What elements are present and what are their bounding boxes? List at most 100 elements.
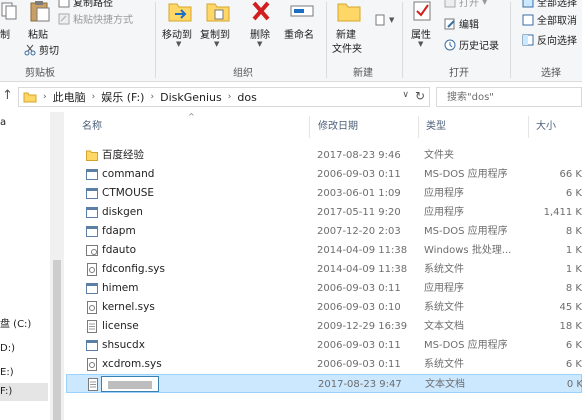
file-name[interactable]: himem — [102, 279, 282, 298]
file-type: 系统文件 — [424, 359, 464, 370]
chevron-down-icon: ▼ — [176, 40, 182, 48]
rename-label: 重命名 — [284, 30, 314, 41]
file-name[interactable]: diskgen — [102, 203, 282, 222]
nav-item-drive-d[interactable]: D:) — [0, 340, 48, 358]
file-name[interactable]: CTMOUSE — [102, 184, 282, 203]
file-type: 应用程序 — [424, 188, 464, 199]
search-box[interactable] — [436, 87, 582, 107]
delete-button[interactable]: 删除 ▼ — [248, 0, 276, 48]
file-row[interactable]: CTMOUSE 2003-06-01 1:09 应用程序 6 K — [66, 184, 582, 203]
chevron-down-icon[interactable]: ∨ — [402, 90, 409, 100]
file-name[interactable]: 百度经验 — [102, 146, 282, 165]
copy-button[interactable]: 制 — [0, 0, 22, 46]
select-none-button[interactable]: 全部取消 — [522, 12, 577, 27]
new-folder-button[interactable]: 新建 文件夹 — [332, 0, 368, 56]
copy-to-icon — [206, 3, 230, 22]
refresh-icon[interactable]: ↻ — [415, 89, 425, 103]
select-group-label: 选择 — [541, 68, 561, 79]
file-row[interactable]: 百度经验 2017-08-23 9:46 文件夹 — [66, 146, 582, 165]
nav-item-drive-c[interactable]: 盘 (C:) — [0, 316, 48, 334]
column-divider[interactable] — [309, 116, 310, 138]
paste-shortcut-button[interactable]: 粘贴快捷方式 — [58, 11, 133, 26]
nav-item-drive-f[interactable]: F:) — [0, 383, 48, 401]
up-arrow-icon[interactable]: ↑ — [2, 88, 13, 103]
file-name[interactable]: kernel.sys — [102, 298, 282, 317]
file-name[interactable]: fdapm — [102, 222, 282, 241]
select-none-icon — [522, 14, 534, 25]
column-header-type[interactable]: 类型 — [420, 112, 524, 142]
copy-path-button[interactable]: 复制路径 — [58, 0, 113, 9]
file-row[interactable]: license 2009-12-29 16:39 文本文档 18 K — [66, 317, 582, 336]
nav-scrollbar[interactable] — [50, 112, 64, 420]
file-row[interactable]: shsucdx 2006-09-03 0:11 MS-DOS 应用程序 6 K — [66, 336, 582, 355]
search-input[interactable] — [445, 90, 565, 104]
txt-icon — [86, 320, 98, 333]
sys-icon — [86, 263, 98, 276]
file-size — [536, 146, 582, 165]
file-name[interactable]: license — [102, 317, 282, 336]
column-divider[interactable] — [418, 116, 419, 138]
edit-icon — [444, 18, 455, 29]
copy-icon — [1, 2, 17, 20]
copy-to-button[interactable]: 复制到 ▼ — [200, 0, 236, 48]
edit-button[interactable]: 编辑 — [444, 16, 479, 31]
file-name[interactable]: command — [102, 165, 282, 184]
rename-icon — [290, 5, 314, 17]
breadcrumb-this-pc[interactable]: 此电脑 — [53, 89, 86, 105]
paste-button[interactable]: 粘贴 — [24, 0, 56, 46]
new-item-button[interactable]: ▼ — [374, 12, 394, 27]
invert-selection-button[interactable]: 反向选择 — [522, 32, 577, 47]
file-row[interactable]: fdauto 2014-04-09 11:38 Windows 批处理... 1 K — [66, 241, 582, 260]
column-header-size[interactable]: 大小 — [530, 112, 582, 142]
file-row[interactable]: himem 2006-09-03 0:11 应用程序 8 K — [66, 279, 582, 298]
nav-item-drive-e[interactable]: E:) — [0, 364, 48, 382]
rename-button[interactable]: 重命名 — [282, 0, 322, 48]
rename-input[interactable] — [101, 376, 159, 392]
file-size: 0 K — [566, 379, 582, 390]
open-button[interactable]: 打开 ▼ — [444, 0, 487, 9]
navigation-pane: a 盘 (C:) D:) E:) F:) — [0, 112, 48, 420]
move-to-button[interactable]: 移动到 ▼ — [162, 0, 198, 48]
txt-icon — [87, 378, 99, 391]
breadcrumb-dos[interactable]: dos — [237, 91, 256, 104]
file-type: Windows 批处理... — [424, 245, 512, 256]
copy-path-icon — [58, 0, 70, 7]
file-size: 1,411 K — [543, 207, 582, 218]
ribbon-divider — [155, 2, 156, 78]
select-all-button[interactable]: 全部选择 — [522, 0, 577, 9]
file-row[interactable]: 2017-08-23 9:47 文本文档 0 K — [66, 374, 582, 393]
cut-button[interactable]: 剪切 — [24, 42, 59, 57]
file-row[interactable]: command 2006-09-03 0:11 MS-DOS 应用程序 66 K — [66, 165, 582, 184]
file-list: 名称 ^ 修改日期 类型 大小 百度经验 2017-08-23 9:46 文件夹 co… — [66, 112, 582, 420]
breadcrumb-drive[interactable]: 娱乐 (F:) — [101, 89, 144, 105]
file-row[interactable]: fdconfig.sys 2014-04-09 11:38 系统文件 1 K — [66, 260, 582, 279]
nav-scrollbar-thumb[interactable] — [53, 260, 61, 420]
file-date: 2006-09-03 0:11 — [317, 340, 401, 351]
file-date: 2003-06-01 1:09 — [317, 188, 401, 199]
file-name[interactable]: fdauto — [102, 241, 282, 260]
chevron-right-icon[interactable]: › — [43, 92, 47, 102]
column-header-date[interactable]: 修改日期 — [312, 112, 416, 142]
invert-selection-label: 反向选择 — [537, 36, 577, 47]
file-row[interactable]: xcdrom.sys 2006-09-03 0:11 系统文件 6 K — [66, 355, 582, 374]
file-name[interactable]: xcdrom.sys — [102, 355, 282, 374]
file-name[interactable]: shsucdx — [102, 336, 282, 355]
exe-icon — [86, 206, 98, 219]
address-box[interactable]: › 此电脑 › 娱乐 (F:) › DiskGenius › dos ∨ ↻ — [18, 87, 430, 107]
file-row[interactable]: kernel.sys 2006-09-03 0:10 系统文件 45 K — [66, 298, 582, 317]
chevron-right-icon[interactable]: › — [228, 92, 232, 102]
history-label: 历史记录 — [459, 41, 499, 52]
breadcrumb-diskgenius[interactable]: DiskGenius — [160, 91, 222, 104]
properties-button[interactable]: 属性 ▼ — [408, 0, 436, 48]
history-button[interactable]: 历史记录 — [444, 37, 499, 52]
chevron-right-icon[interactable]: › — [92, 92, 96, 102]
nav-item-quick[interactable]: a — [0, 114, 48, 132]
file-row[interactable]: diskgen 2017-05-11 9:20 应用程序 1,411 K — [66, 203, 582, 222]
file-name[interactable]: fdconfig.sys — [102, 260, 282, 279]
new-folder-icon — [337, 3, 361, 22]
file-row[interactable]: fdapm 2007-12-20 2:03 MS-DOS 应用程序 8 K — [66, 222, 582, 241]
column-divider[interactable] — [528, 116, 529, 138]
copy-path-label: 复制路径 — [73, 0, 113, 9]
chevron-right-icon[interactable]: › — [150, 92, 154, 102]
file-size: 6 K — [565, 359, 582, 370]
